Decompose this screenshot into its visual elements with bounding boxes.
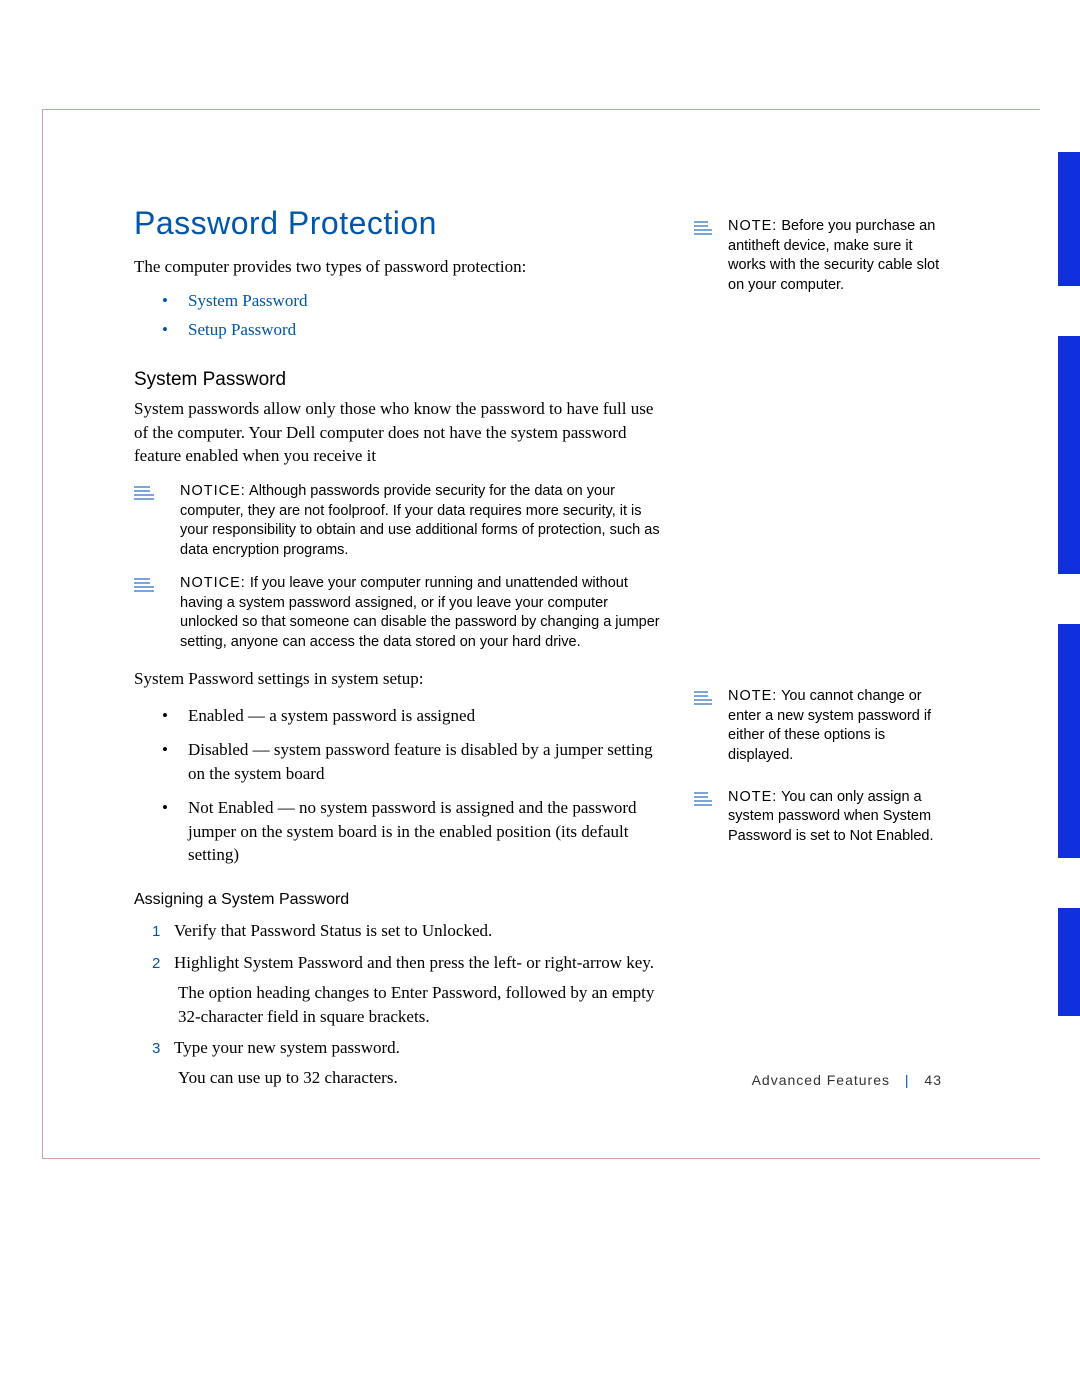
notice-icon: [134, 576, 174, 596]
notice-block: NOTICE: If you leave your computer runni…: [134, 574, 664, 652]
note-icon: [694, 219, 724, 237]
notice-body: Although passwords provide security for …: [180, 483, 660, 558]
tab-gap: [1058, 574, 1080, 624]
list-item: System Password: [162, 287, 664, 316]
system-password-link[interactable]: System Password: [188, 291, 307, 310]
step-number: 2: [152, 953, 174, 974]
section-tab[interactable]: [1058, 624, 1080, 858]
page-content: Password Protection The computer provide…: [134, 205, 954, 1098]
step-text: Highlight System Password and then press…: [174, 953, 654, 972]
step-item: 1Verify that Password Status is set to U…: [152, 919, 664, 943]
notice-body: If you leave your computer running and u…: [180, 575, 660, 650]
list-item: Not Enabled — no system password is assi…: [162, 796, 664, 867]
main-column: Password Protection The computer provide…: [134, 205, 664, 1098]
side-note: NOTE: You can only assign a system passw…: [694, 788, 954, 847]
system-password-description: System passwords allow only those who kn…: [134, 397, 664, 468]
note-lead: NOTE:: [728, 218, 777, 234]
assigning-heading: Assigning a System Password: [134, 891, 664, 909]
list-item: Disabled — system password feature is di…: [162, 738, 664, 786]
footer-section: Advanced Features: [752, 1072, 890, 1088]
list-item: Setup Password: [162, 316, 664, 345]
side-column: NOTE: Before you purchase an antitheft d…: [694, 205, 954, 868]
tab-gap: [1058, 286, 1080, 336]
note-text: NOTE: You can only assign a system passw…: [728, 788, 954, 847]
footer-separator: |: [905, 1072, 910, 1088]
side-note: NOTE: You cannot change or enter a new s…: [694, 687, 954, 765]
page-footer: Advanced Features | 43: [134, 1072, 942, 1088]
password-types-list: System Password Setup Password: [162, 287, 664, 345]
notice-lead: NOTICE:: [180, 575, 246, 591]
step-number: 1: [152, 921, 174, 942]
side-note: NOTE: Before you purchase an antitheft d…: [694, 217, 954, 295]
settings-intro: System Password settings in system setup…: [134, 667, 664, 691]
note-lead: NOTE:: [728, 688, 777, 704]
intro-text: The computer provides two types of passw…: [134, 256, 664, 279]
system-password-heading: System Password: [134, 369, 664, 391]
step-number: 3: [152, 1038, 174, 1059]
section-tab[interactable]: [1058, 336, 1080, 574]
setup-password-link[interactable]: Setup Password: [188, 320, 296, 339]
section-tab[interactable]: [1058, 908, 1080, 1016]
list-item: Enabled — a system password is assigned: [162, 704, 664, 728]
notice-lead: NOTICE:: [180, 483, 246, 499]
note-icon: [694, 689, 724, 707]
footer-page-number: 43: [924, 1072, 942, 1088]
tab-gap: [1058, 858, 1080, 908]
step-followup: The option heading changes to Enter Pass…: [178, 981, 664, 1029]
step-item: 2Highlight System Password and then pres…: [152, 951, 664, 1028]
notice-text: NOTICE: Although passwords provide secur…: [180, 482, 664, 560]
note-icon: [694, 790, 724, 808]
notice-block: NOTICE: Although passwords provide secur…: [134, 482, 664, 560]
section-tabs: [1058, 152, 1080, 1016]
settings-list: Enabled — a system password is assigned …: [162, 704, 664, 867]
note-lead: NOTE:: [728, 789, 777, 805]
note-text: NOTE: Before you purchase an antitheft d…: [728, 217, 954, 295]
page-title: Password Protection: [134, 205, 664, 242]
notice-icon: [134, 484, 174, 504]
section-tab[interactable]: [1058, 152, 1080, 286]
spacer: [694, 317, 954, 687]
step-text: Type your new system password.: [174, 1038, 400, 1057]
assigning-steps: 1Verify that Password Status is set to U…: [152, 919, 664, 1090]
notice-text: NOTICE: If you leave your computer runni…: [180, 574, 664, 652]
step-text: Verify that Password Status is set to Un…: [174, 921, 492, 940]
note-text: NOTE: You cannot change or enter a new s…: [728, 687, 954, 765]
